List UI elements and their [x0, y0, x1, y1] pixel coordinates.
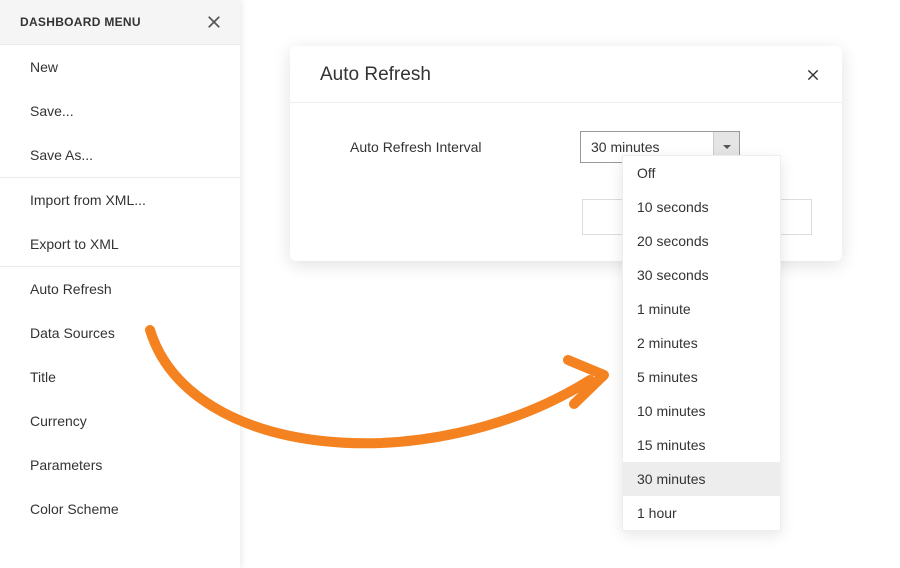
option-30-seconds[interactable]: 30 seconds [623, 258, 780, 292]
interval-options: Off10 seconds20 seconds30 seconds1 minut… [622, 155, 781, 531]
menu-item-color-scheme[interactable]: Color Scheme [0, 487, 240, 531]
interval-label: Auto Refresh Interval [320, 139, 580, 155]
option-1-minute[interactable]: 1 minute [623, 292, 780, 326]
close-icon[interactable] [204, 12, 224, 32]
menu-item-new[interactable]: New [0, 45, 240, 89]
menu-item-export-to-xml[interactable]: Export to XML [0, 222, 240, 267]
option-15-minutes[interactable]: 15 minutes [623, 428, 780, 462]
menu-item-auto-refresh[interactable]: Auto Refresh [0, 267, 240, 311]
option-2-minutes[interactable]: 2 minutes [623, 326, 780, 360]
close-icon[interactable] [806, 68, 820, 82]
option-off[interactable]: Off [623, 156, 780, 190]
sidebar: DASHBOARD MENU NewSave...Save As...Impor… [0, 0, 240, 568]
dialog-header: Auto Refresh [290, 46, 842, 103]
menu-item-currency[interactable]: Currency [0, 399, 240, 443]
option-5-minutes[interactable]: 5 minutes [623, 360, 780, 394]
option-10-seconds[interactable]: 10 seconds [623, 190, 780, 224]
sidebar-header: DASHBOARD MENU [0, 0, 240, 45]
menu-item-parameters[interactable]: Parameters [0, 443, 240, 487]
sidebar-title: DASHBOARD MENU [20, 15, 141, 29]
option-20-seconds[interactable]: 20 seconds [623, 224, 780, 258]
menu-item-import-from-xml[interactable]: Import from XML... [0, 178, 240, 222]
dialog-title: Auto Refresh [320, 64, 431, 86]
menu-item-save-as[interactable]: Save As... [0, 133, 240, 178]
option-1-hour[interactable]: 1 hour [623, 496, 780, 530]
option-10-minutes[interactable]: 10 minutes [623, 394, 780, 428]
menu-item-title[interactable]: Title [0, 355, 240, 399]
menu-item-save[interactable]: Save... [0, 89, 240, 133]
menu-item-data-sources[interactable]: Data Sources [0, 311, 240, 355]
option-30-minutes[interactable]: 30 minutes [623, 462, 780, 496]
